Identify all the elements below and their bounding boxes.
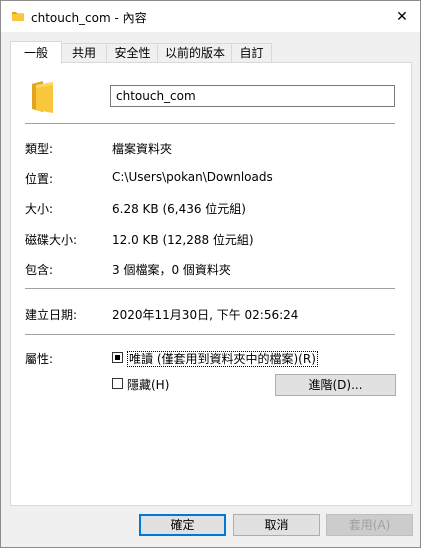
close-button[interactable]: ✕: [384, 1, 420, 32]
checkbox-indeterminate-mark: [115, 355, 120, 360]
size-label: 大小:: [25, 202, 54, 216]
location-value: C:\Users\pokan\Downloads: [112, 170, 273, 184]
type-label: 類型:: [25, 142, 54, 156]
apply-button[interactable]: 套用(A): [326, 514, 413, 536]
properties-window: chtouch_com - 內容 ✕ 一般 共用 安全性 以前的版本 自訂 ch…: [0, 0, 421, 548]
contains-label: 包含:: [25, 263, 54, 277]
separator: [25, 334, 395, 335]
type-value: 檔案資料夾: [112, 142, 173, 156]
close-icon: ✕: [396, 8, 408, 25]
readonly-checkbox[interactable]: [112, 352, 123, 363]
tab-previous-versions[interactable]: 以前的版本: [157, 43, 233, 63]
cancel-button[interactable]: 取消: [233, 514, 320, 536]
size-on-disk-value: 12.0 KB (12,288 位元組): [112, 233, 254, 247]
window-title: chtouch_com - 內容: [31, 11, 147, 25]
separator: [25, 288, 395, 289]
tab-customize[interactable]: 自訂: [231, 43, 272, 63]
attributes-label: 屬性:: [25, 352, 54, 366]
hidden-checkbox[interactable]: [112, 378, 123, 389]
ok-button[interactable]: 確定: [139, 514, 226, 536]
title-bar[interactable]: chtouch_com - 內容 ✕: [1, 1, 420, 32]
separator: [25, 123, 395, 124]
readonly-label[interactable]: 唯讀 (僅套用到資料夾中的檔案)(R): [127, 350, 318, 367]
general-panel: chtouch_com 類型: 檔案資料夾 位置: C:\Users\pokan…: [10, 62, 412, 506]
location-label: 位置:: [25, 172, 54, 186]
advanced-button[interactable]: 進階(D)...: [275, 374, 396, 396]
folder-icon: [11, 9, 25, 23]
readonly-label-text: 唯讀 (僅套用到資料夾中的檔案)(R): [127, 351, 318, 367]
contains-value: 3 個檔案，0 個資料夾: [112, 263, 231, 277]
size-on-disk-label: 磁碟大小:: [25, 233, 78, 247]
tab-general[interactable]: 一般: [10, 41, 62, 64]
large-folder-icon: [31, 80, 55, 117]
tab-security[interactable]: 安全性: [106, 43, 159, 63]
size-value: 6.28 KB (6,436 位元組): [112, 202, 246, 216]
created-value: 2020年11月30日, 下午 02:56:24: [112, 308, 299, 322]
folder-name-input[interactable]: chtouch_com: [110, 85, 395, 107]
created-label: 建立日期:: [25, 308, 78, 322]
tab-sharing[interactable]: 共用: [60, 43, 108, 63]
hidden-label[interactable]: 隱藏(H): [127, 376, 169, 393]
